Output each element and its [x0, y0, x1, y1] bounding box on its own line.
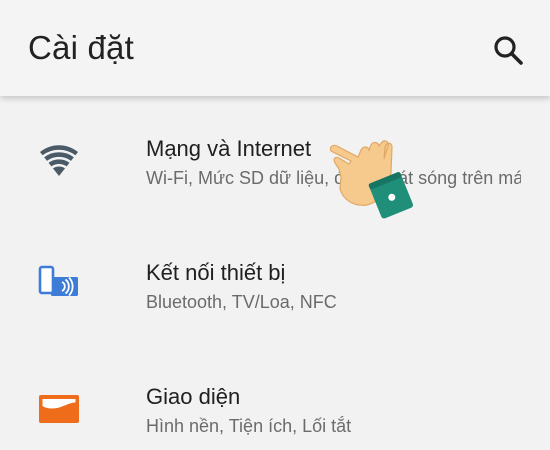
settings-item-connected-devices[interactable]: Kết nối thiết bị Bluetooth, TV/Loa, NFC: [0, 220, 550, 330]
settings-item-subtitle: Hình nền, Tiện ích, Lối tắt: [146, 416, 352, 436]
display-icon: [38, 390, 80, 432]
settings-item-title: Giao diện: [146, 384, 241, 409]
settings-item-title: Mạng và Internet: [146, 136, 312, 161]
pointing-hand-icon: [327, 133, 419, 229]
app-bar: Cài đặt: [0, 0, 550, 96]
settings-item-network-internet[interactable]: Mạng và Internet Wi-Fi, Mức SD dữ liệu, …: [0, 96, 550, 206]
search-button[interactable]: [490, 32, 526, 68]
search-icon: [494, 36, 523, 65]
settings-item-subtitle: Bluetooth, TV/Loa, NFC: [146, 292, 337, 312]
settings-item-title: Kết nối thiết bị: [146, 260, 286, 285]
connected-devices-icon: [38, 264, 80, 306]
page-title: Cài đặt: [28, 29, 134, 66]
settings-screen: Cài đặt Mạng và Internet Wi-Fi, Mức SD d…: [0, 0, 550, 450]
wifi-icon: [38, 138, 80, 180]
settings-item-display[interactable]: Giao diện Hình nền, Tiện ích, Lối tắt: [0, 344, 550, 450]
